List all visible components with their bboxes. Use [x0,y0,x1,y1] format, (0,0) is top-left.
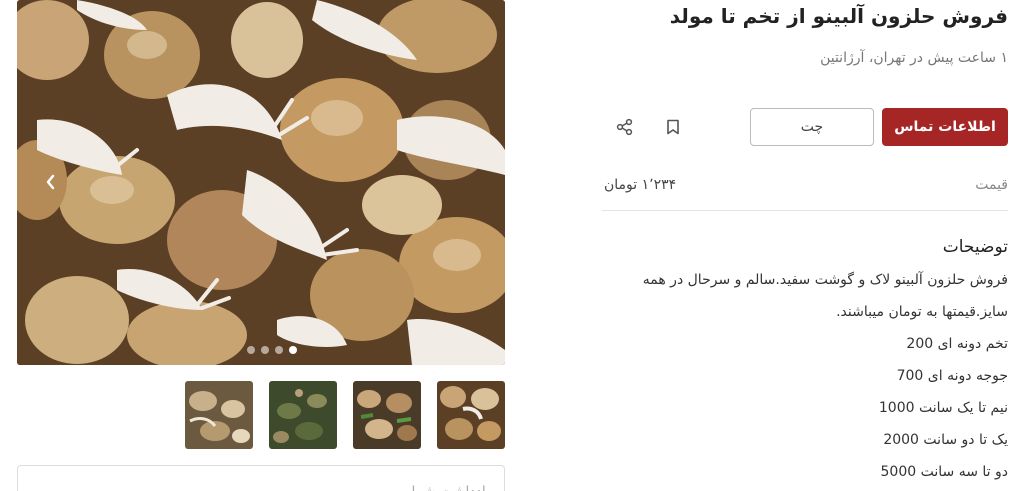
description-body: فروش حلزون آلبینو لاک و گوشت سفید.سالم و… [608,264,1008,488]
ad-details: فروش حلزون آلبینو از تخم تا مولد ۱ ساعت … [600,0,1010,491]
thumbnail-3[interactable] [353,381,421,449]
ad-subtitle: ۱ ساعت پیش در تهران، آرژانتین [820,50,1008,66]
thumbnail-2[interactable] [269,381,337,449]
thumbnail-image [437,381,505,449]
ad-page: فروش حلزون آلبینو از تخم تا مولد ۱ ساعت … [0,0,1015,491]
chat-button[interactable]: چت [750,108,874,146]
price-row: قیمت ۱٬۲۳۴ تومان [602,164,1008,211]
description-line: تخم دونه ای 200 [906,336,1008,352]
share-icon [616,118,633,136]
description-line: جوجه دونه ای 700 [896,368,1008,384]
thumbnail-image [269,381,337,449]
description-heading: توضیحات [942,237,1008,257]
description-line: فروش حلزون آلبینو لاک و گوشت سفید.سالم و… [642,272,1008,288]
contact-info-button[interactable]: اطلاعات تماس [882,108,1008,146]
description-line: دو تا سه سانت 5000 [880,464,1008,480]
price-value: ۱٬۲۳۴ تومان [604,177,677,193]
chevron-left-icon [46,174,55,190]
thumbnail-1[interactable] [185,381,253,449]
price-label: قیمت [975,177,1008,193]
slide-dot[interactable] [261,346,269,354]
main-photo[interactable] [17,0,505,365]
bookmark-icon [667,119,679,135]
ad-title: فروش حلزون آلبینو از تخم تا مولد [669,4,1008,28]
previous-image-button[interactable] [39,168,63,196]
thumbnail-image [353,381,421,449]
thumbnail-image [185,381,253,449]
description-line: سایز.قیمتها به تومان میباشند. [836,304,1008,320]
thumbnail-4[interactable] [437,381,505,449]
description-line: نیم تا یک سانت 1000 [878,400,1008,416]
snail-photo-image [17,0,505,365]
slide-dot-active[interactable] [289,346,297,354]
slide-indicator [247,346,297,354]
slide-dot[interactable] [275,346,283,354]
description-line: یک تا دو سانت 2000 [883,432,1008,448]
note-input[interactable] [17,465,505,491]
bookmark-button[interactable] [660,114,686,140]
slide-dot[interactable] [247,346,255,354]
share-button[interactable] [612,114,638,140]
